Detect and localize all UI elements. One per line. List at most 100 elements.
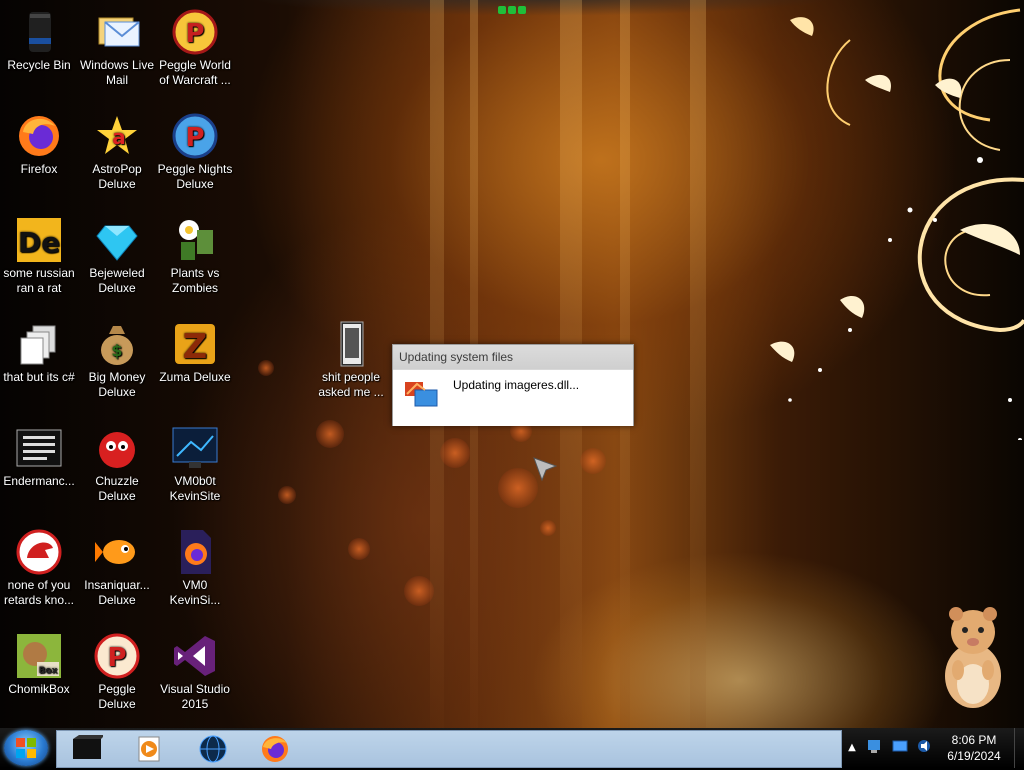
firefox-file-icon (171, 528, 219, 576)
desktop-icon-astropop-deluxe[interactable]: a AstroPop Deluxe (78, 112, 156, 192)
peggle-icon: P (93, 632, 141, 680)
desktop-icon-insaniquarium-deluxe[interactable]: Insaniquar... Deluxe (78, 528, 156, 608)
icon-label: VM0b0t KevinSite (169, 474, 221, 503)
desktop-icon-chuzzle-deluxe[interactable]: Chuzzle Deluxe (78, 424, 156, 504)
firefox-icon (262, 736, 288, 762)
desktop-icon-some-russian-ran-a-rat[interactable]: De some russian ran a rat (0, 216, 78, 296)
icon-label: Plants vs Zombies (170, 266, 220, 295)
wallpaper-green-light (508, 6, 516, 14)
desktop-icon-firefox[interactable]: Firefox (0, 112, 78, 177)
icon-label: Windows Live Mail (79, 58, 155, 87)
desktop-wallpaper: Recycle Bin Windows Live Mail P Peggle W… (0, 0, 1024, 728)
desktop-icon-recycle-bin[interactable]: Recycle Bin (0, 8, 78, 73)
folder-icon (327, 320, 375, 368)
mouse-pointer-icon (533, 457, 558, 482)
money-bag-icon: $ (93, 320, 141, 368)
desktop-icon-visual-studio-2015[interactable]: Visual Studio 2015 (156, 632, 234, 712)
desktop-icon-peggle-nights-deluxe[interactable]: P Peggle Nights Deluxe (156, 112, 234, 192)
desktop-icon-endermanch[interactable]: Endermanc... (0, 424, 78, 489)
desktop-icon-vm0-kevinsite[interactable]: VM0 KevinSi... (156, 528, 234, 608)
icon-label: that but its c# (3, 370, 75, 384)
media-player-icon (138, 736, 160, 762)
taskbar-media-player-button[interactable] (133, 735, 165, 763)
desktop-icon-big-money-deluxe[interactable]: $ Big Money Deluxe (78, 320, 156, 400)
clock-date: 6/19/2024 (947, 749, 1001, 763)
svg-text:P: P (185, 123, 204, 153)
wallpaper-bokeh (278, 486, 296, 504)
windows-logo-icon (16, 738, 36, 758)
chomikbox-icon: Box (15, 632, 63, 680)
icon-label: Chuzzle Deluxe (95, 474, 139, 503)
desktop-icon-plants-vs-zombies[interactable]: Plants vs Zombies (156, 216, 234, 296)
wallpaper-bokeh (404, 576, 434, 606)
monitor-icon (171, 424, 219, 472)
visual-studio-icon (171, 632, 219, 680)
svg-text:Z: Z (183, 327, 208, 367)
icon-label: Big Money Deluxe (88, 370, 146, 399)
dialog-title: Updating system files (393, 345, 633, 369)
recycle-bin-icon (15, 8, 63, 56)
wallpaper-bokeh (580, 448, 606, 474)
desktop-icon-chomikbox[interactable]: Box ChomikBox (0, 632, 78, 697)
show-hidden-icons-button[interactable]: ▲ (846, 734, 858, 762)
desktop-icon-bejeweled-deluxe[interactable]: Bejeweled Deluxe (78, 216, 156, 296)
icon-label: Firefox (20, 162, 58, 176)
network-tray-icon[interactable] (866, 738, 882, 754)
icon-label: Zuma Deluxe (159, 370, 231, 384)
icon-label: Recycle Bin (7, 58, 71, 72)
svg-text:Box: Box (39, 666, 58, 676)
icon-label: ChomikBox (8, 682, 70, 696)
icon-label: Visual Studio 2015 (160, 682, 230, 711)
desktop-icon-windows-live-mail[interactable]: Windows Live Mail (78, 8, 156, 88)
globe-icon (199, 735, 227, 763)
svg-text:P: P (107, 643, 126, 673)
terminal-icon (73, 735, 105, 759)
desktop-icon-peggle-deluxe[interactable]: P Peggle Deluxe (78, 632, 156, 712)
svg-text:De: De (18, 226, 60, 259)
show-desktop-button[interactable] (1014, 728, 1024, 768)
zuma-icon: Z (171, 320, 219, 368)
icon-label: Peggle World of Warcraft ... (159, 58, 231, 87)
monitor-tray-icon[interactable] (892, 738, 908, 754)
start-button[interactable] (4, 730, 48, 766)
peggle-icon: P (171, 8, 219, 56)
hamster-mascot-icon[interactable] (938, 604, 1008, 710)
desktop-icon-none-of-you-retards[interactable]: none of you retards kno... (0, 528, 78, 608)
svg-text:P: P (185, 19, 204, 49)
wallpaper-bokeh (348, 538, 370, 560)
taskbar: ▲ 8:06 PM 6/19/2024 (0, 728, 1024, 768)
taskbar-globe-button[interactable] (197, 735, 229, 763)
svg-text:a: a (112, 125, 126, 149)
taskbar-firefox-button[interactable] (259, 735, 291, 763)
desktop-icon-that-but-its-c[interactable]: that but its c# (0, 320, 78, 385)
clock[interactable]: 8:06 PM 6/19/2024 (938, 732, 1010, 764)
wallpaper-swirl-ornament (770, 8, 1024, 440)
desktop-icon-shit-people-asked-me[interactable]: shit people asked me ... (312, 320, 390, 400)
wallpaper-bokeh (540, 520, 556, 536)
icon-label: Bejeweled Deluxe (89, 266, 145, 295)
taskbar-pinned-area (56, 730, 842, 768)
desktop-icon-vm0b0t-kevinsite[interactable]: VM0b0t KevinSite (156, 424, 234, 504)
fish-icon (93, 528, 141, 576)
icon-label: Insaniquar... Deluxe (84, 578, 150, 607)
dialog-message: Updating imageres.dll... (453, 378, 580, 392)
svg-text:$: $ (111, 341, 122, 360)
peggle-nights-icon: P (171, 112, 219, 160)
desktop-icon-zuma-deluxe[interactable]: Z Zuma Deluxe (156, 320, 234, 385)
icon-label: none of you retards kno... (3, 578, 75, 607)
chuzzle-icon (93, 424, 141, 472)
taskbar-terminal-button[interactable] (71, 735, 105, 763)
icon-label: AstroPop Deluxe (92, 162, 142, 191)
dialog-body: Updating imageres.dll... (393, 369, 633, 426)
icon-label: some russian ran a rat (3, 266, 75, 295)
wallpaper-green-light (498, 6, 506, 14)
diamond-icon (93, 216, 141, 264)
updating-dialog[interactable]: Updating system files Updating imageres.… (392, 344, 634, 426)
icon-label: shit people asked me ... (318, 370, 384, 399)
desktop-icon-peggle-world-of-warcraft[interactable]: P Peggle World of Warcraft ... (156, 8, 234, 88)
icon-label: Endermanc... (3, 474, 75, 488)
wallpaper-streak (690, 0, 706, 728)
icon-label: Peggle Deluxe (98, 682, 136, 711)
astropop-icon: a (93, 112, 141, 160)
volume-tray-icon[interactable] (916, 738, 932, 754)
